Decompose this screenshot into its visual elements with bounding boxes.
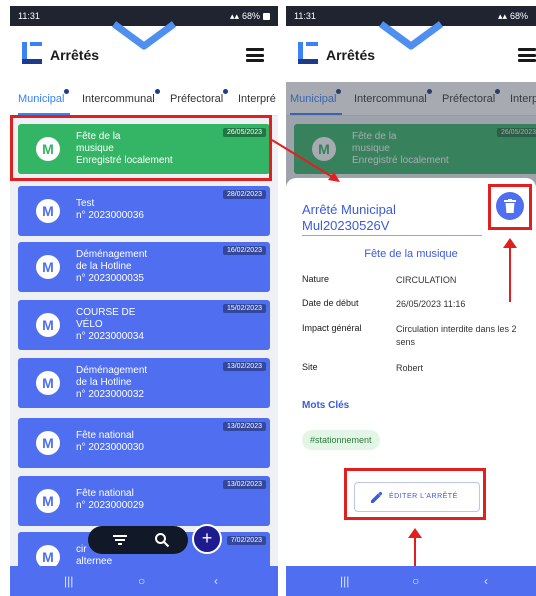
annotation-arrow-connect [271,139,340,182]
